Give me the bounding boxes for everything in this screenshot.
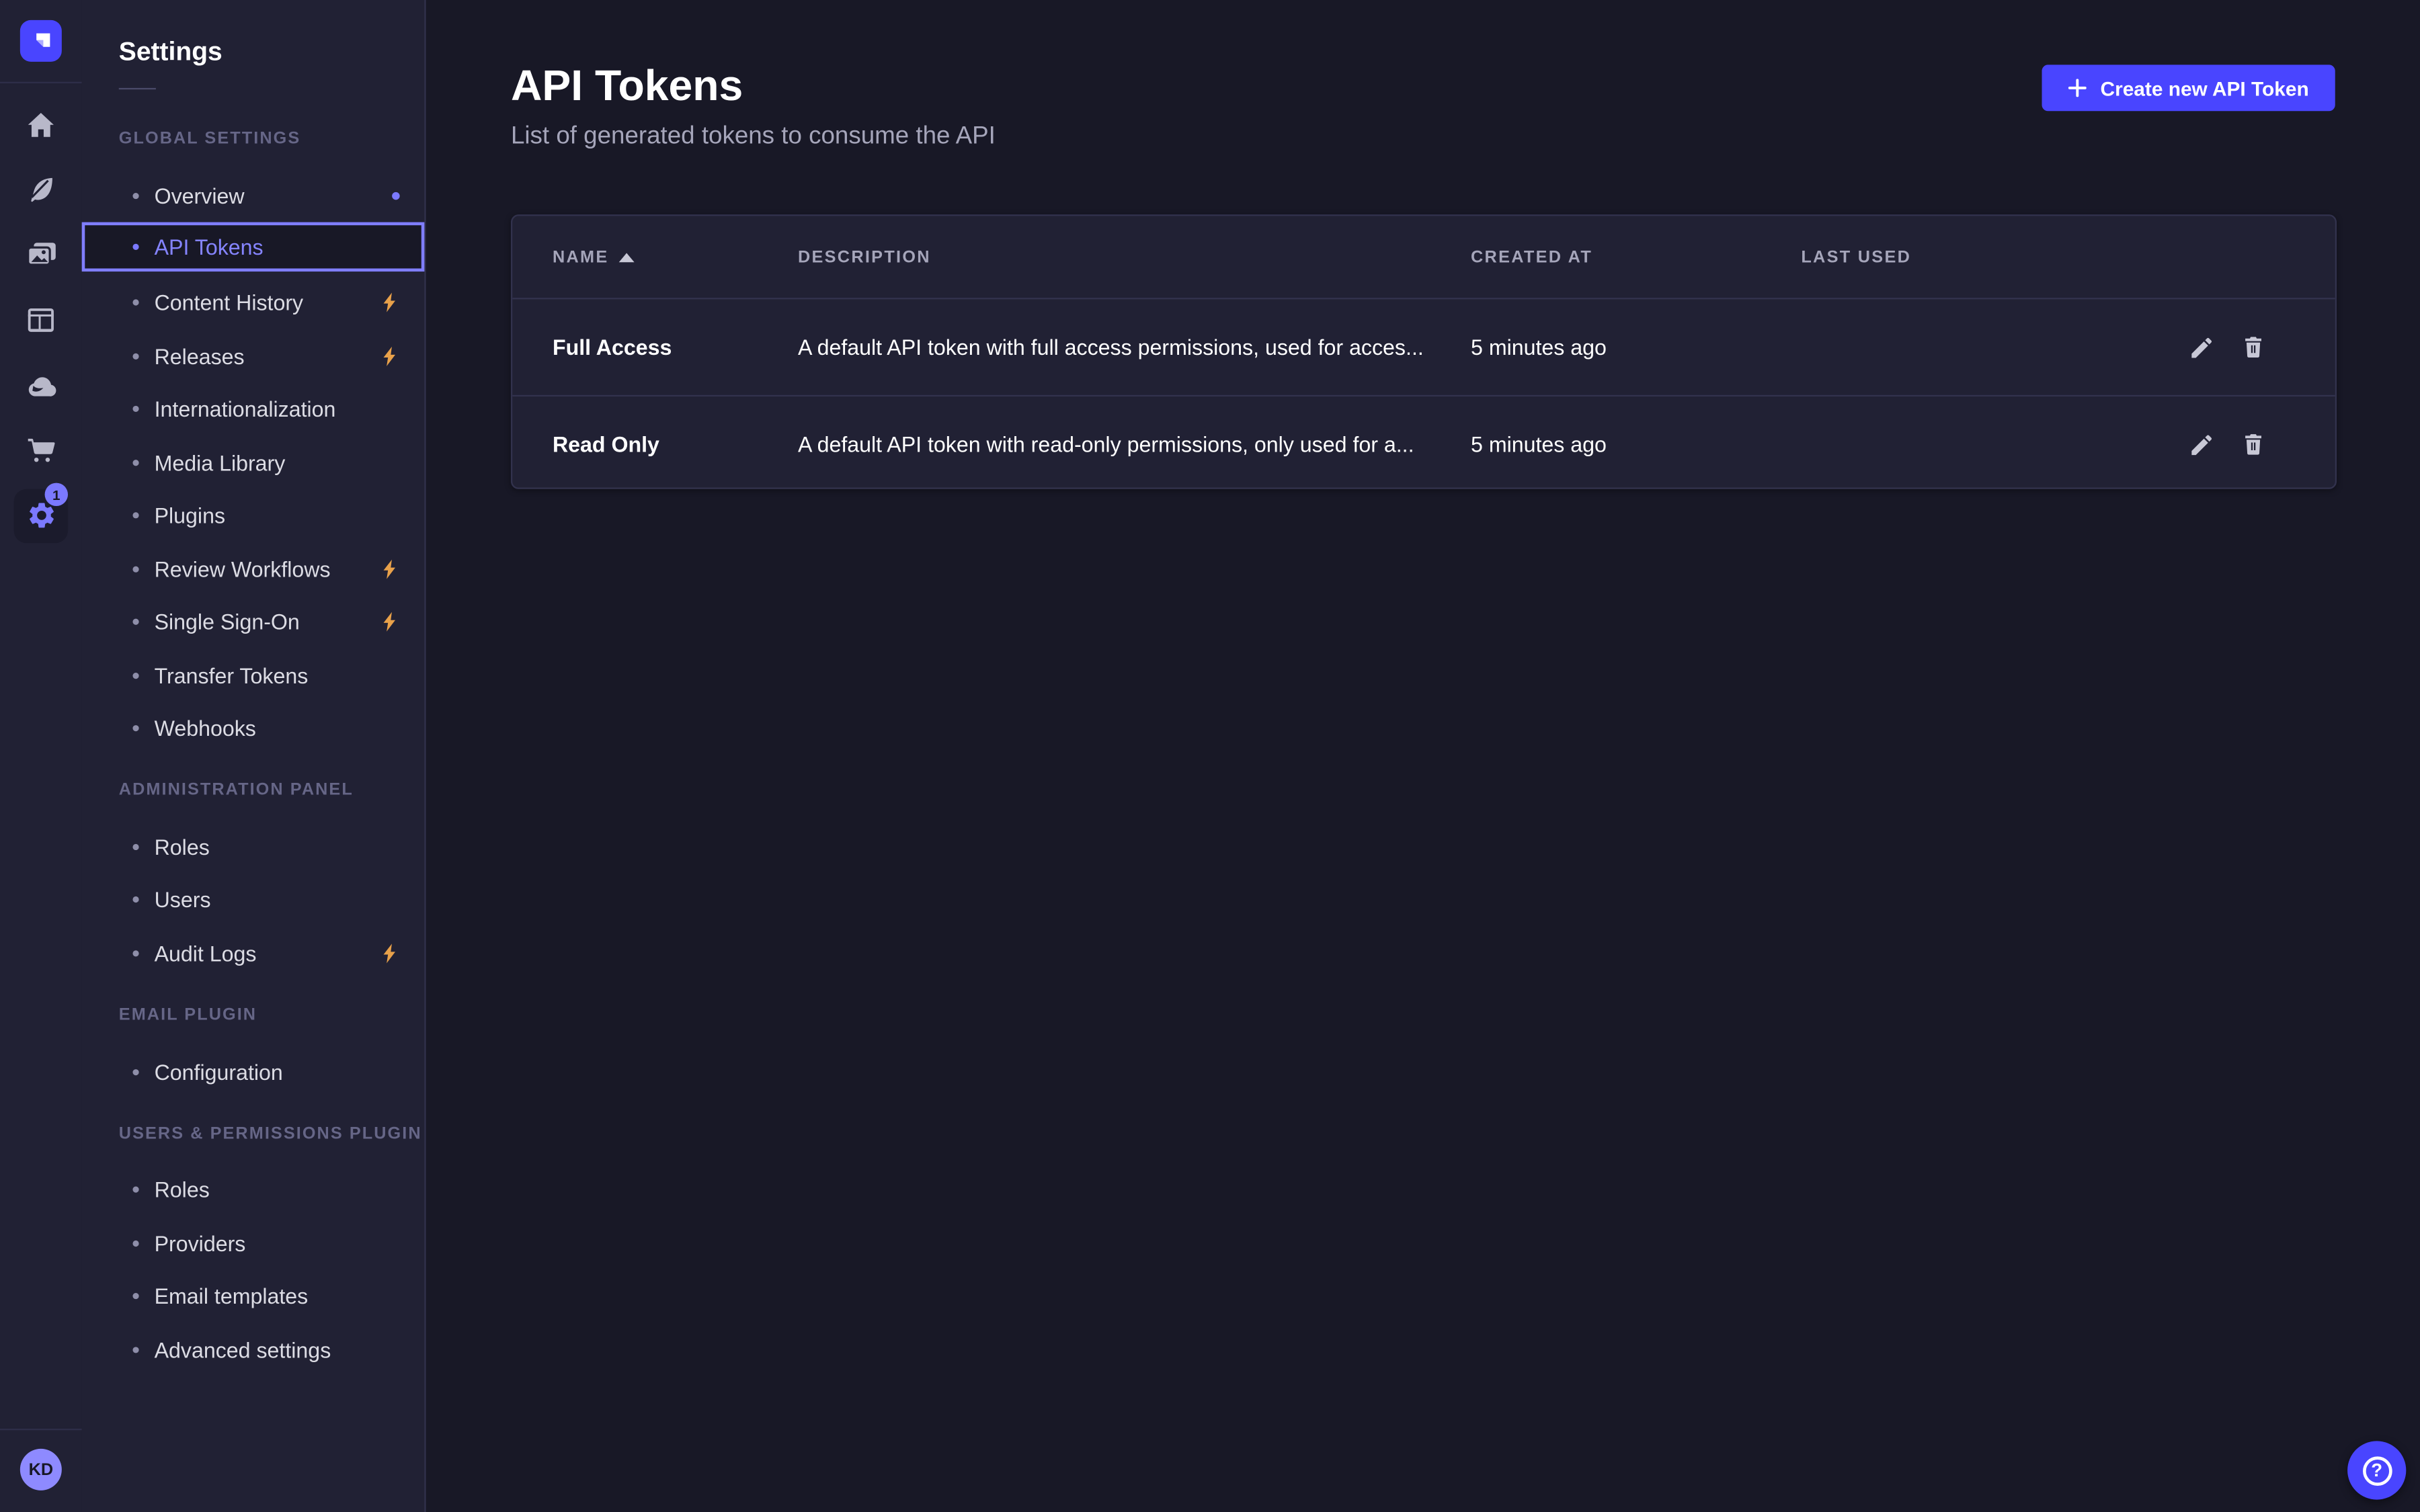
lightning-icon — [381, 292, 398, 312]
bullet-icon — [132, 299, 138, 305]
section-label-global-settings: GLOBAL SETTINGS — [119, 130, 300, 149]
column-header-created-at: CREATED AT — [1471, 249, 1592, 267]
subnav-item-email-templates[interactable]: Email templates — [82, 1273, 425, 1319]
subnav-item-media-library[interactable]: Media Library — [82, 439, 425, 486]
subnav-item-review-workflows[interactable]: Review Workflows — [82, 546, 425, 593]
table-row-full-access[interactable]: Full Access A default API token with ful… — [512, 299, 2335, 394]
table-row-read-only[interactable]: Read Only A default API token with read-… — [512, 396, 2335, 492]
main-content: API Tokens List of generated tokens to c… — [426, 0, 2420, 1512]
bullet-icon — [132, 950, 138, 956]
bullet-icon — [132, 725, 138, 731]
strapi-logo[interactable] — [20, 20, 62, 62]
pencil-icon — [2191, 337, 2211, 358]
media-library-icon[interactable] — [0, 228, 82, 281]
bullet-icon — [132, 244, 138, 250]
subnav-item-roles-admin[interactable]: Roles — [82, 824, 425, 870]
settings-subnav: Settings GLOBAL SETTINGS Overview API To… — [82, 0, 426, 1512]
subnav-item-single-sign-on[interactable]: Single Sign-On — [82, 599, 425, 645]
bullet-icon — [132, 673, 138, 679]
section-label-users-permissions-plugin: USERS & PERMISSIONS PLUGIN — [119, 1125, 422, 1144]
column-header-last-used: LAST USED — [1801, 249, 1911, 267]
subnav-item-transfer-tokens[interactable]: Transfer Tokens — [82, 653, 425, 699]
subnav-item-configuration[interactable]: Configuration — [82, 1049, 425, 1095]
strapi-admin-app: 1 KD Settings GLOBAL SETTINGS Overview A… — [0, 0, 2420, 1512]
subnav-item-users[interactable]: Users — [82, 876, 425, 923]
sort-ascending-icon — [620, 253, 635, 263]
bullet-icon — [132, 566, 138, 573]
subnav-item-api-tokens[interactable]: API Tokens — [82, 222, 425, 271]
marketplace-cart-icon[interactable] — [0, 424, 82, 476]
subnav-title: Settings — [119, 37, 223, 68]
token-created-at: 5 minutes ago — [1471, 335, 1607, 360]
lightning-icon — [381, 559, 398, 579]
bullet-icon — [132, 1187, 138, 1193]
page-title: API Tokens — [511, 62, 743, 111]
pencil-icon — [2191, 434, 2211, 454]
delete-button[interactable] — [2232, 423, 2275, 466]
subnav-item-roles-up[interactable]: Roles — [82, 1167, 425, 1213]
column-header-description: DESCRIPTION — [798, 249, 931, 267]
cloud-icon[interactable] — [0, 360, 82, 412]
subnav-item-webhooks[interactable]: Webhooks — [82, 705, 425, 751]
bullet-icon — [132, 1347, 138, 1353]
bullet-icon — [132, 460, 138, 466]
token-name: Full Access — [553, 335, 672, 360]
bullet-icon — [132, 512, 138, 518]
column-header-name[interactable]: NAME — [553, 249, 635, 267]
question-mark-icon: ? — [2362, 1456, 2392, 1485]
lightning-icon — [381, 346, 398, 366]
content-feather-icon[interactable] — [0, 163, 82, 216]
home-icon[interactable] — [0, 99, 82, 151]
notification-dot — [392, 192, 399, 200]
bullet-icon — [132, 193, 138, 199]
subnav-item-advanced-settings[interactable]: Advanced settings — [82, 1327, 425, 1373]
plus-icon — [2068, 79, 2087, 97]
lightning-icon — [381, 612, 398, 632]
token-name: Read Only — [553, 432, 659, 457]
subnav-item-plugins[interactable]: Plugins — [82, 492, 425, 538]
edit-button[interactable] — [2179, 423, 2222, 466]
trash-icon — [2244, 433, 2263, 455]
token-created-at: 5 minutes ago — [1471, 432, 1607, 457]
bullet-icon — [132, 844, 138, 850]
bullet-icon — [132, 406, 138, 412]
bullet-icon — [132, 1293, 138, 1299]
subnav-item-providers[interactable]: Providers — [82, 1220, 425, 1267]
section-label-administration-panel: ADMINISTRATION PANEL — [119, 781, 354, 800]
rail-divider — [0, 82, 82, 83]
subnav-title-divider — [119, 88, 156, 89]
bullet-icon — [132, 1241, 138, 1247]
subnav-item-releases[interactable]: Releases — [82, 333, 425, 380]
api-tokens-table: NAME DESCRIPTION CREATED AT LAST USED Fu… — [511, 214, 2337, 489]
subnav-item-content-history[interactable]: Content History — [82, 280, 425, 326]
lightning-icon — [381, 943, 398, 964]
trash-icon — [2244, 337, 2263, 358]
token-description: A default API token with full access per… — [798, 335, 1434, 360]
settings-gear-icon[interactable] — [0, 489, 82, 542]
strapi-logo-icon — [28, 28, 53, 53]
user-avatar[interactable]: KD — [20, 1449, 62, 1490]
bullet-icon — [132, 1069, 138, 1075]
subnav-item-internationalization[interactable]: Internationalization — [82, 386, 425, 432]
delete-button[interactable] — [2232, 325, 2275, 368]
bullet-icon — [132, 353, 138, 360]
create-api-token-button[interactable]: Create new API Token — [2042, 65, 2335, 111]
section-label-email-plugin: EMAIL PLUGIN — [119, 1006, 257, 1025]
help-button[interactable]: ? — [2347, 1441, 2406, 1499]
settings-notification-badge: 1 — [45, 483, 68, 506]
bullet-icon — [132, 896, 138, 902]
bullet-icon — [132, 619, 138, 625]
layout-icon[interactable] — [0, 293, 82, 345]
edit-button[interactable] — [2179, 325, 2222, 368]
create-api-token-label: Create new API Token — [2101, 77, 2309, 99]
page-subtitle: List of generated tokens to consume the … — [511, 124, 996, 151]
main-nav-rail: 1 KD — [0, 0, 83, 1512]
token-description: A default API token with read-only permi… — [798, 432, 1434, 457]
subnav-item-overview[interactable]: Overview — [82, 173, 425, 219]
table-header: NAME DESCRIPTION CREATED AT LAST USED — [512, 216, 2335, 298]
subnav-item-audit-logs[interactable]: Audit Logs — [82, 930, 425, 976]
rail-divider — [0, 1429, 82, 1430]
